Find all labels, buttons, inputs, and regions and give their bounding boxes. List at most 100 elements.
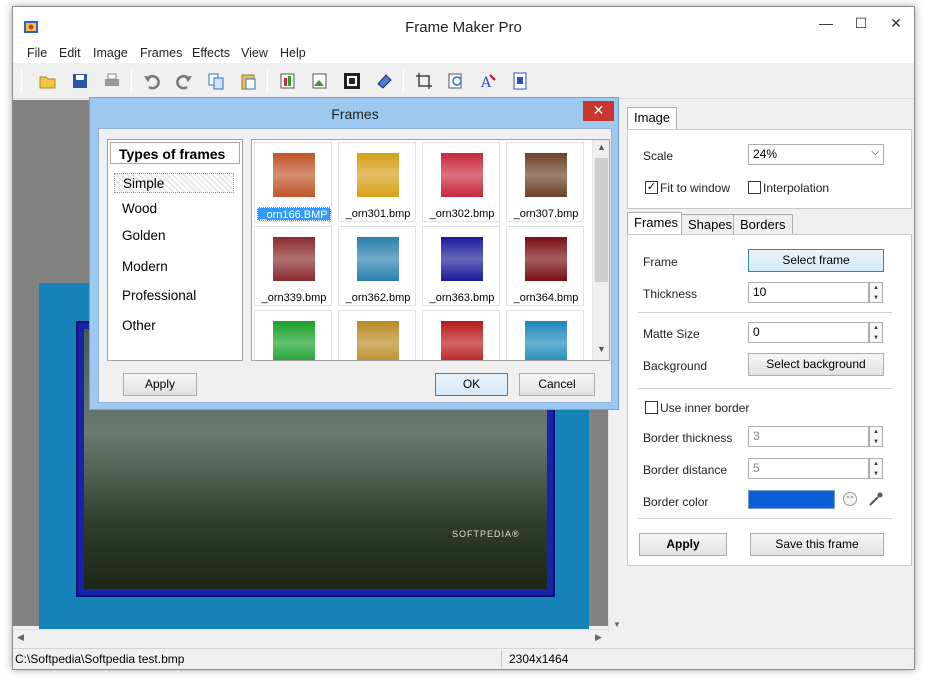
frame-thumbnail[interactable]: _orn364.bmp (506, 226, 584, 306)
tab-image[interactable]: Image (627, 107, 678, 130)
crop-icon[interactable] (415, 72, 433, 90)
scale-select[interactable]: 24% ⌵ (748, 144, 884, 165)
border-distance-label: Border distance (643, 463, 728, 477)
menu-bar: File Edit Image Frames Effects View Help (13, 43, 914, 63)
save-icon[interactable] (71, 72, 89, 90)
status-bar: C:\Softpedia\Softpedia test.bmp 2304x146… (13, 648, 914, 669)
copy-icon[interactable] (207, 72, 225, 90)
menu-image[interactable]: Image (93, 46, 128, 60)
maximize-button[interactable]: ☐ (844, 13, 878, 35)
frame-types-list: Types of frames Simple Wood Golden Moder… (107, 139, 243, 361)
frame-types-header: Types of frames (110, 142, 240, 164)
canvas-horizontal-scrollbar[interactable]: ◀ ▶ (13, 629, 608, 646)
dialog-ok-button[interactable]: OK (435, 373, 508, 396)
frame-thumbnail-image (525, 237, 567, 281)
tab-frames[interactable]: Frames (627, 212, 682, 235)
scroll-right-arrow-icon[interactable]: ▶ (595, 632, 602, 643)
paste-icon[interactable] (239, 72, 257, 90)
menu-file[interactable]: File (27, 46, 47, 60)
zoom-icon[interactable] (447, 72, 465, 90)
frame-type-other[interactable]: Other (114, 316, 234, 336)
scroll-down-arrow-icon[interactable]: ▼ (613, 620, 621, 629)
border-thickness-stepper[interactable]: ▲ ▼ (869, 426, 883, 447)
select-background-button[interactable]: Select background (748, 353, 884, 376)
dialog-apply-button[interactable]: Apply (123, 373, 197, 396)
close-button[interactable]: ✕ (879, 13, 913, 35)
minimize-button[interactable]: — (809, 13, 843, 35)
select-frame-button[interactable]: Select frame (748, 249, 884, 272)
frame-thumbnail[interactable]: _orn307.bmp (506, 142, 584, 222)
frame-thumbnail-caption: _orn339.bmp (261, 292, 327, 304)
frame-thumbnail[interactable]: _orn363.bmp (422, 226, 500, 306)
fit-to-window-checkbox[interactable]: ✓ (645, 181, 658, 194)
frame-thumbnail[interactable]: _orn302.bmp (422, 142, 500, 222)
tab-borders[interactable]: Borders (733, 214, 793, 235)
image-group: Scale 24% ⌵ ✓ Fit to window Interpolatio… (627, 129, 912, 209)
scroll-left-arrow-icon[interactable]: ◀ (17, 632, 24, 643)
image-add-icon[interactable] (279, 72, 297, 90)
frame-thumbnail[interactable]: _orn166.BMP (254, 142, 332, 222)
dialog-cancel-button[interactable]: Cancel (519, 373, 595, 396)
menu-effects[interactable]: Effects (192, 46, 230, 60)
frame-thumbnail[interactable] (254, 310, 332, 360)
image-export-icon[interactable] (311, 72, 329, 90)
frame-icon[interactable] (343, 72, 361, 90)
thumbnails-scrollbar[interactable]: ▲ ▼ (592, 140, 609, 360)
dialog-title: Frames (331, 106, 379, 122)
frame-label: Frame (643, 255, 678, 269)
frame-thumbnail[interactable]: _orn362.bmp (338, 226, 416, 306)
tab-shapes[interactable]: Shapes (681, 214, 740, 235)
save-this-frame-button[interactable]: Save this frame (750, 533, 884, 556)
frame-thumbnail-image (357, 321, 399, 360)
menu-help[interactable]: Help (280, 46, 306, 60)
frame-type-modern[interactable]: Modern (114, 257, 234, 277)
frame-thumbnail-image (273, 321, 315, 360)
frame-type-professional[interactable]: Professional (114, 286, 234, 306)
frame-thumbnail[interactable]: _orn301.bmp (338, 142, 416, 222)
frame-thumbnail[interactable] (338, 310, 416, 360)
menu-edit[interactable]: Edit (59, 46, 81, 60)
scrollbar-thumb[interactable] (595, 158, 608, 282)
frame-thumbnail-caption: _orn364.bmp (513, 292, 579, 304)
background-label: Background (643, 359, 708, 373)
print-icon[interactable] (103, 72, 121, 90)
frame-thumbnail[interactable]: _orn339.bmp (254, 226, 332, 306)
frame-type-golden[interactable]: Golden (114, 226, 234, 246)
open-icon[interactable] (39, 72, 57, 90)
matte-size-input[interactable]: 0 (748, 322, 869, 343)
frame-thumbnail-image (525, 153, 567, 197)
matte-size-stepper[interactable]: ▲ ▼ (869, 322, 883, 343)
frame-type-simple[interactable]: Simple (114, 173, 234, 193)
thickness-input[interactable]: 10 (748, 282, 869, 303)
interpolation-checkbox[interactable] (748, 181, 761, 194)
status-image-dimensions: 2304x1464 (509, 652, 569, 666)
border-distance-input[interactable]: 5 (748, 458, 869, 479)
border-color-swatch[interactable] (748, 490, 835, 509)
eyedropper-icon[interactable] (868, 491, 884, 507)
frame-thumbnail[interactable] (422, 310, 500, 360)
palette-icon[interactable] (842, 491, 858, 507)
page-icon[interactable] (511, 72, 529, 90)
apply-button[interactable]: Apply (639, 533, 727, 556)
frame-thumbnail-image (273, 153, 315, 197)
eraser-icon[interactable] (375, 72, 393, 90)
use-inner-border-checkbox[interactable] (645, 401, 658, 414)
border-thickness-input[interactable]: 3 (748, 426, 869, 447)
interpolation-label: Interpolation (763, 181, 830, 195)
dialog-close-button[interactable]: ✕ (583, 101, 614, 121)
menu-frames[interactable]: Frames (140, 46, 182, 60)
text-icon[interactable]: A (479, 72, 497, 90)
redo-icon[interactable] (175, 72, 193, 90)
dialog-body: Types of frames Simple Wood Golden Moder… (98, 128, 612, 403)
frame-thumbnail-image (441, 153, 483, 197)
menu-view[interactable]: View (241, 46, 268, 60)
frame-type-wood[interactable]: Wood (114, 199, 234, 219)
frame-thumbnail[interactable] (506, 310, 584, 360)
thickness-stepper[interactable]: ▲ ▼ (869, 282, 883, 303)
scroll-up-arrow-icon[interactable]: ▲ (597, 142, 606, 152)
status-file-path: C:\Softpedia\Softpedia test.bmp (15, 652, 185, 666)
border-distance-stepper[interactable]: ▲ ▼ (869, 458, 883, 479)
scroll-down-arrow-icon[interactable]: ▼ (597, 344, 606, 354)
border-thickness-label: Border thickness (643, 431, 733, 445)
undo-icon[interactable] (143, 72, 161, 90)
